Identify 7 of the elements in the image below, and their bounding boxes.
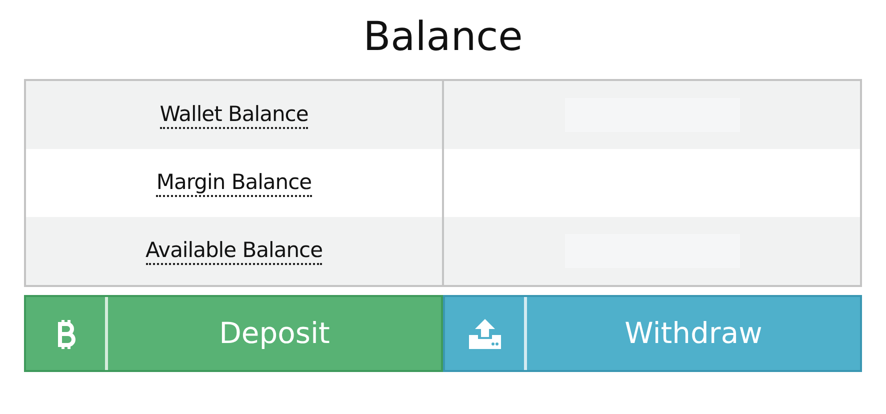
page-title: Balance [362,13,524,62]
balance-label: Available Balance [146,237,322,265]
balance-label: Margin Balance [156,169,312,197]
deposit-button[interactable]: Deposit [24,295,443,372]
balance-label: Wallet Balance [160,101,308,129]
withdraw-button[interactable]: Withdraw [443,295,862,372]
upload-icon [468,318,502,348]
